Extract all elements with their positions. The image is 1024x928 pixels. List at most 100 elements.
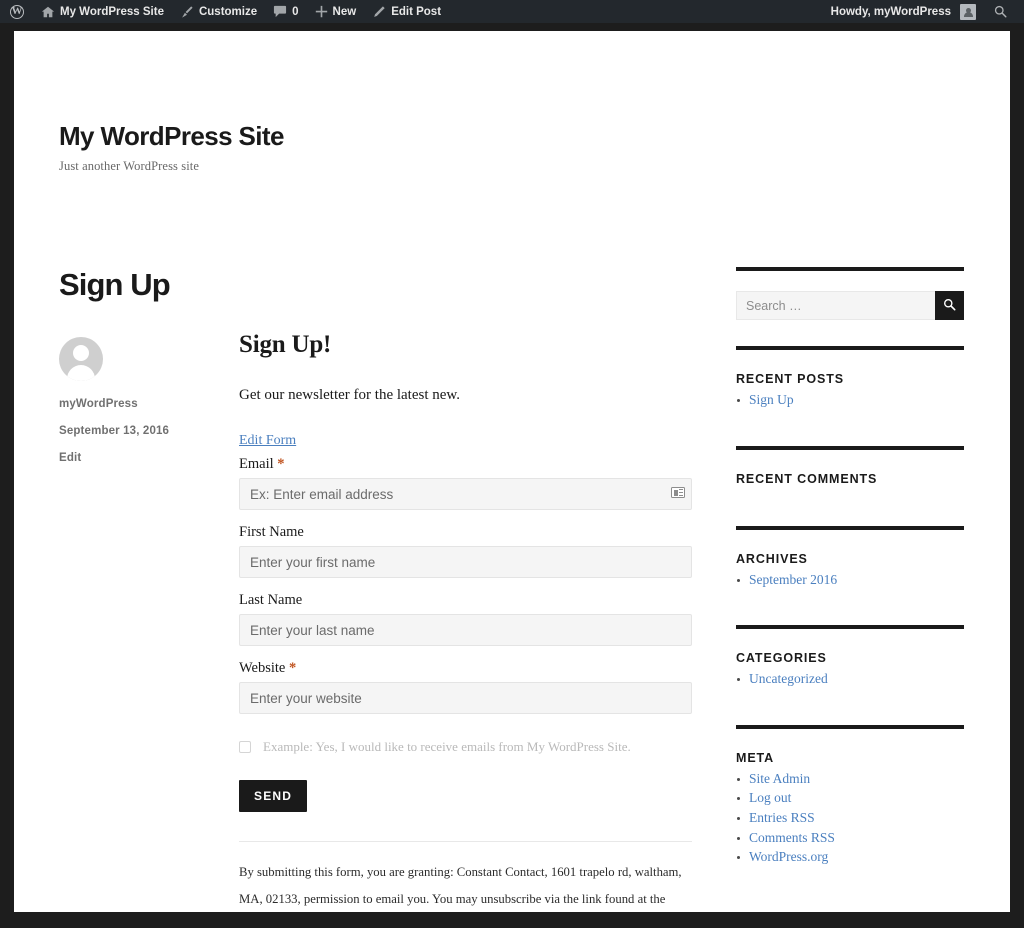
search-form <box>736 291 964 320</box>
widget-title: ARCHIVES <box>736 551 808 566</box>
entry-meta: myWordPress September 13, 2016 Edit <box>59 337 219 464</box>
adminbar-comments[interactable]: 0 <box>265 0 306 23</box>
consent-checkbox[interactable] <box>239 741 251 753</box>
adminbar-site-name-label: My WordPress Site <box>60 5 164 18</box>
website-label-text: Website <box>239 660 286 676</box>
last-name-field[interactable] <box>239 614 692 646</box>
page-title: Sign Up <box>59 267 171 302</box>
adminbar-search-toggle[interactable] <box>984 5 1016 18</box>
pencil-icon <box>372 5 386 19</box>
widget-recent-comments: RECENT COMMENTS <box>736 445 964 526</box>
website-field-label: Website * <box>239 660 694 677</box>
widget-archives: ARCHIVES September 2016 <box>736 525 964 626</box>
author-avatar-icon <box>59 337 103 381</box>
meta-link-comments-rss[interactable]: Comments RSS <box>749 830 835 845</box>
paintbrush-icon <box>180 5 194 19</box>
avatar <box>956 3 976 20</box>
email-label-text: Email <box>239 456 274 472</box>
adminbar-my-account[interactable]: Howdy, myWordPress <box>823 0 984 23</box>
signup-form-container: Sign Up! Get our newsletter for the late… <box>239 331 694 912</box>
archive-link[interactable]: September 2016 <box>749 572 837 587</box>
meta-link-wordpress-org[interactable]: WordPress.org <box>749 849 828 864</box>
list-item: Log out <box>736 790 964 807</box>
form-heading: Sign Up! <box>239 331 332 358</box>
required-marker: * <box>288 660 297 676</box>
required-marker: * <box>277 456 285 472</box>
email-field[interactable] <box>239 478 692 510</box>
widget-body <box>736 486 964 492</box>
adminbar-edit-post[interactable]: Edit Post <box>364 0 449 23</box>
first-name-field-group: First Name <box>239 524 694 578</box>
form-subheading: Get our newsletter for the latest new. <box>239 387 461 403</box>
widget-search <box>736 267 964 320</box>
list-item: Uncategorized <box>736 671 964 688</box>
email-field-group: Email * <box>239 456 694 510</box>
edit-form-link[interactable]: Edit Form <box>239 433 296 449</box>
form-disclaimer: By submitting this form, you are grantin… <box>239 865 682 906</box>
contact-card-icon[interactable] <box>671 487 685 498</box>
consent-row[interactable]: Example: Yes, I would like to receive em… <box>239 739 694 754</box>
adminbar-edit-post-label: Edit Post <box>391 5 442 18</box>
dashboard-icon <box>41 5 55 19</box>
widget-divider <box>736 267 964 271</box>
entry-edit-link[interactable]: Edit <box>59 452 219 464</box>
archives-list: September 2016 <box>736 572 964 589</box>
meta-link-entries-rss[interactable]: Entries RSS <box>749 810 815 825</box>
comment-bubble-icon <box>273 5 287 18</box>
meta-link-log-out[interactable]: Log out <box>749 790 791 805</box>
meta-link-site-admin[interactable]: Site Admin <box>749 771 810 786</box>
last-name-field-group: Last Name <box>239 592 694 646</box>
adminbar-customize[interactable]: Customize <box>172 0 265 23</box>
widget-body: Sign Up <box>736 386 964 409</box>
widget-body: September 2016 <box>736 566 964 589</box>
search-icon <box>994 5 1007 18</box>
adminbar-site-name[interactable]: My WordPress Site <box>33 0 172 23</box>
widget-recent-posts: RECENT POSTS Sign Up <box>736 346 964 446</box>
recent-post-link[interactable]: Sign Up <box>749 392 794 407</box>
website-field-group: Website * <box>239 660 694 714</box>
wp-admin-bar: W My WordPress Site Customize 0 New Edit… <box>0 0 1024 23</box>
list-item: Site Admin <box>736 771 964 788</box>
search-submit-button[interactable] <box>935 291 964 320</box>
list-item: Comments RSS <box>736 830 964 847</box>
widget-body: Site Admin Log out Entries RSS Comments … <box>736 765 964 866</box>
form-divider <box>239 841 692 843</box>
adminbar-customize-label: Customize <box>198 5 258 18</box>
widget-title: CATEGORIES <box>736 651 827 666</box>
categories-list: Uncategorized <box>736 671 964 688</box>
entry-author[interactable]: myWordPress <box>59 398 219 410</box>
list-item: Entries RSS <box>736 810 964 827</box>
widget-title: RECENT POSTS <box>736 372 845 386</box>
adminbar-howdy-label: Howdy, myWordPress <box>830 5 951 18</box>
first-name-field[interactable] <box>239 546 692 578</box>
consent-label: Example: Yes, I would like to receive em… <box>263 739 631 754</box>
recent-posts-list: Sign Up <box>736 392 964 409</box>
widget-body: Uncategorized <box>736 665 964 688</box>
adminbar-right-group: Howdy, myWordPress <box>823 0 1024 23</box>
entry-date[interactable]: September 13, 2016 <box>59 425 219 437</box>
search-input[interactable] <box>736 291 935 320</box>
email-input-wrap <box>239 478 694 510</box>
adminbar-new[interactable]: New <box>307 0 365 23</box>
widget-meta: META Site Admin Log out Entries RSS Comm… <box>736 724 964 866</box>
wordpress-logo-icon: W <box>10 4 24 19</box>
list-item: September 2016 <box>736 572 964 589</box>
site-description: Just another WordPress site <box>59 158 199 173</box>
site-branding: My WordPress Site Just another WordPress… <box>59 122 284 174</box>
adminbar-comments-count: 0 <box>292 5 299 18</box>
list-item: Sign Up <box>736 392 964 409</box>
plus-icon <box>315 5 328 18</box>
search-icon <box>943 298 956 314</box>
adminbar-left-group: W My WordPress Site Customize 0 New Edit… <box>0 0 449 23</box>
widget-title: META <box>736 750 775 765</box>
list-item: WordPress.org <box>736 849 964 866</box>
first-name-field-label: First Name <box>239 524 304 540</box>
category-link[interactable]: Uncategorized <box>749 671 828 686</box>
website-field[interactable] <box>239 682 692 714</box>
site-title[interactable]: My WordPress Site <box>59 122 284 151</box>
adminbar-wp-logo[interactable]: W <box>0 0 33 23</box>
adminbar-new-label: New <box>332 5 357 18</box>
page-inner: My WordPress Site Just another WordPress… <box>14 31 1010 912</box>
send-button[interactable]: SEND <box>239 780 308 813</box>
browser-page-frame: My WordPress Site Just another WordPress… <box>14 31 1010 912</box>
